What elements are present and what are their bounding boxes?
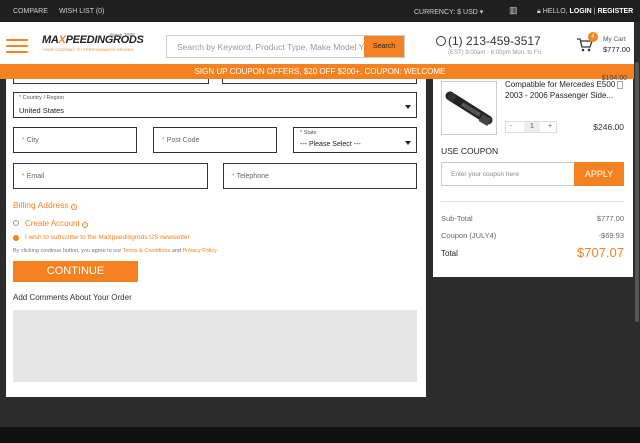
info-icon: i (81, 222, 88, 228)
coupon-form: APPLY (441, 162, 624, 186)
divider (441, 201, 624, 202)
wishlist-link[interactable]: WISH LIST (0) (59, 8, 104, 15)
country-select[interactable]: * Country / Region United States (13, 92, 417, 118)
qty-minus-button[interactable]: - (510, 123, 512, 130)
search-bar: Search (166, 35, 405, 58)
city-field[interactable]: * City (13, 127, 137, 153)
newsletter-label[interactable]: I wish to subscribe to the MaXpeedingrod… (25, 234, 190, 241)
create-account-checkbox[interactable] (13, 220, 19, 226)
product-image[interactable] (441, 81, 497, 135)
building-icon[interactable]: ▥ (509, 5, 518, 16)
menu-icon[interactable] (6, 39, 28, 55)
phone-icon (436, 36, 446, 46)
billing-address-toggle[interactable]: Billing Address i (13, 200, 78, 210)
coupon-input[interactable] (442, 163, 574, 185)
use-coupon-heading: USE COUPON (441, 146, 499, 156)
total-row: Total $707.07 (441, 245, 624, 260)
newsletter-checkbox[interactable] (13, 235, 19, 241)
privacy-link[interactable]: Privacy Policy (183, 248, 217, 254)
qty-value[interactable]: 1 (524, 122, 540, 132)
agreement-text: By clicking continue button, you agree t… (13, 248, 217, 254)
site-logo[interactable]: MAXPEEDINGRODS Since 2006 YOUR GATEWAY T… (42, 33, 144, 56)
product-price: $246.00 (593, 122, 624, 132)
search-button[interactable]: Search (364, 36, 404, 57)
field-stub[interactable] (222, 79, 417, 84)
comments-label: Add Comments About Your Order (13, 293, 132, 302)
phone-contact: (1) 213-459-3517 (EST) 9:00am - 6:00pm M… (436, 34, 543, 56)
lock-icon: 🔒︎ (537, 8, 541, 15)
chevron-down-icon (405, 141, 411, 145)
footer-bar (0, 427, 640, 443)
compare-link[interactable]: COMPARE (13, 8, 48, 15)
register-link[interactable]: REGISTER (597, 8, 633, 15)
coupon-row: Coupon (JULY4) -$69.93 (441, 231, 624, 240)
cart-count-badge: 4 (588, 32, 598, 42)
currency-selector[interactable]: CURRENCY: $ USD ▾ (414, 8, 483, 16)
login-link[interactable]: LOGIN (570, 8, 592, 15)
field-stub[interactable] (13, 79, 209, 84)
cart-amount: $777.00 (603, 45, 631, 54)
postcode-field[interactable]: * Post Code (153, 127, 277, 153)
air-strut-image (445, 91, 493, 126)
continue-button[interactable]: CONTINUE (13, 261, 138, 282)
cart-label: My Cart (603, 36, 626, 43)
trash-icon[interactable] (617, 81, 623, 89)
phone-hours: (EST) 9:00am - 6:00pm Mon. to Fri. (448, 50, 543, 56)
comments-textarea[interactable] (13, 310, 417, 382)
checkout-form: * Country / Region United States * City … (6, 79, 426, 397)
account-area: 🔒︎ HELLO, LOGIN | REGISTER (537, 8, 634, 15)
product-name[interactable]: Compatible for Mercedes E500 2003 - 2006… (505, 79, 623, 101)
scrollbar[interactable] (634, 22, 640, 422)
email-field[interactable]: * Email (13, 163, 208, 189)
state-select[interactable]: * State --- Please Select --- (293, 127, 417, 153)
logo-since: Since 2006 (110, 33, 136, 39)
logo-tagline: YOUR GATEWAY TO PERFORMANCE DRIVING (42, 47, 134, 52)
chevron-down-icon (405, 105, 411, 109)
scrollbar-thumb[interactable] (635, 62, 639, 322)
coupon-banner[interactable]: SIGN UP COUPON OFFERS, $20 OFF $200+. CO… (0, 64, 640, 79)
site-header: MAXPEEDINGRODS Since 2006 YOUR GATEWAY T… (0, 22, 640, 64)
apply-coupon-button[interactable]: APPLY (574, 162, 624, 186)
top-bar: COMPARE WISH LIST (0) CURRENCY: $ USD ▾ … (0, 0, 640, 22)
search-input[interactable] (167, 36, 366, 57)
info-icon: i (71, 204, 78, 210)
subtotal-row: Sub-Total $777.00 (441, 214, 624, 223)
order-summary: $104.00 Compatible for Mercedes E500 200… (433, 75, 633, 277)
telephone-field[interactable]: * Telephone (223, 163, 417, 189)
terms-link[interactable]: Terms & Conditions (123, 248, 171, 254)
create-account-label[interactable]: Create Account i (25, 219, 88, 228)
qty-plus-button[interactable]: + (548, 123, 552, 130)
quantity-stepper: - 1 + (505, 121, 557, 133)
